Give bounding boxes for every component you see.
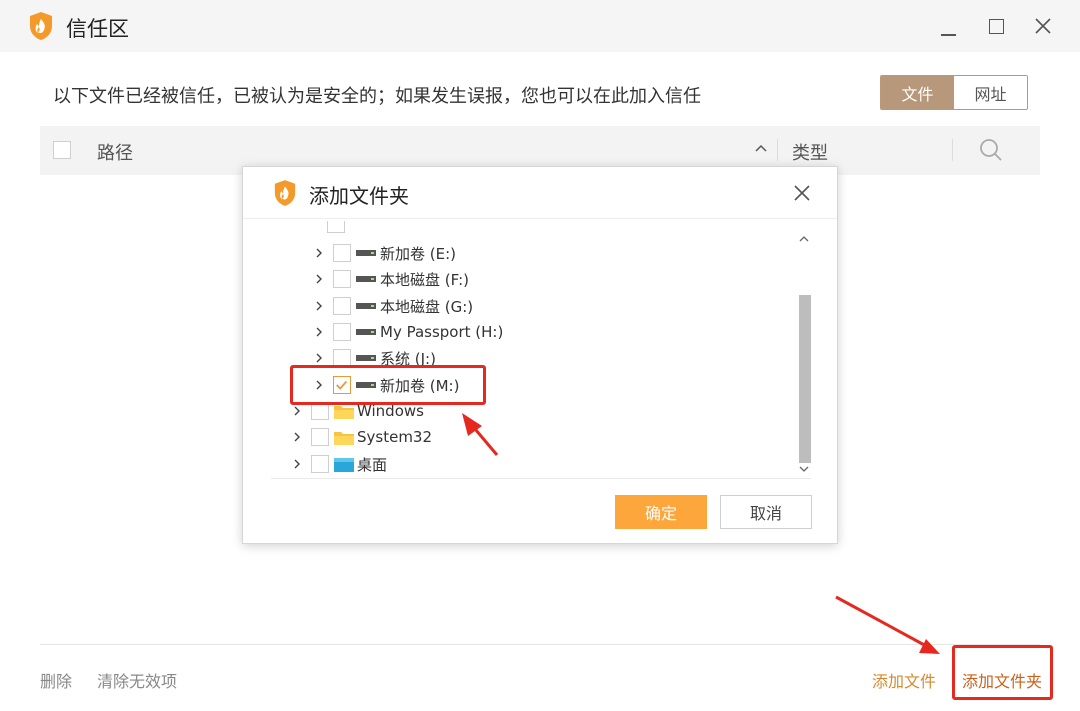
title-bar: 信任区 [0,0,1080,52]
trust-zone-description: 以下文件已经被信任，已被认为是安全的；如果发生误报，您也可以在此加入信任 [53,86,701,107]
shield-flame-icon [274,180,296,206]
cancel-button[interactable]: 取消 [720,495,812,529]
tree-item-checkbox[interactable] [333,244,351,262]
chevron-right-icon[interactable] [291,405,303,417]
column-path[interactable]: 路径 [97,139,133,165]
tree-item-checkbox[interactable] [311,428,329,446]
chevron-right-icon[interactable] [313,300,325,312]
scrollbar-thumb[interactable] [799,295,811,463]
tree-item-checkbox[interactable] [311,455,329,473]
scroll-up-icon[interactable] [797,233,811,245]
desktop-icon [334,457,354,472]
tree-item-label: 本地磁盘 (G:) [380,297,474,316]
tree-item-label: 本地磁盘 (F:) [380,270,469,289]
shield-flame-icon [30,12,52,40]
chevron-right-icon[interactable] [313,326,325,338]
ok-button[interactable]: 确定 [615,495,707,529]
tree-item-drive-h[interactable]: My Passport (H:) [313,319,503,345]
chevron-right-icon[interactable] [313,352,325,364]
tree-item-checkbox[interactable] [333,323,351,341]
drive-icon [356,329,376,335]
chevron-right-icon[interactable] [291,431,303,443]
folder-icon [334,431,354,445]
tab-file[interactable]: 文件 [881,76,954,109]
dialog-header: 添加文件夹 [243,167,837,219]
tree-item-system32[interactable]: System32 [291,424,432,450]
delete-button[interactable]: 删除 [40,668,72,692]
chevron-right-icon[interactable] [313,273,325,285]
dialog-divider [271,478,811,479]
highlight-box-drive-m [290,365,486,405]
clear-invalid-button[interactable]: 清除无效项 [97,668,177,692]
tree-item-drive-e[interactable]: 新加卷 (E:) [313,240,456,266]
chevron-up-icon[interactable] [752,139,770,157]
tree-item-desktop[interactable]: 桌面 [291,451,387,477]
dialog-title: 添加文件夹 [309,184,409,208]
tree-item-checkbox[interactable] [333,270,351,288]
add-folder-dialog: 添加文件夹 新加卷 (E:) 本地磁盘 (F:) 本地磁盘 (G:) My Pa… [242,166,838,544]
type-segmented-control: 文件 网址 [880,75,1028,110]
tree-item-label: 新加卷 (E:) [380,244,457,263]
tree-item-label: 桌面 [357,455,388,474]
column-type[interactable]: 类型 [792,139,828,165]
close-icon[interactable] [791,182,813,204]
tree-item-checkbox[interactable] [333,297,351,315]
drive-icon [356,303,376,309]
chevron-right-icon[interactable] [291,458,303,470]
close-icon[interactable] [1031,14,1055,38]
tree-item-label: System32 [357,428,433,446]
footer-divider [40,644,1040,645]
highlight-box-add-folder [952,645,1053,700]
drive-icon [356,276,376,282]
chevron-right-icon[interactable] [313,247,325,259]
tree-scrollbar[interactable] [797,233,811,479]
tree-item-cutoff [327,221,350,237]
tree-item-drive-f[interactable]: 本地磁盘 (F:) [313,266,469,292]
drive-icon [356,355,376,361]
folder-icon [334,405,354,419]
minimize-icon[interactable] [937,14,961,38]
column-divider [777,139,778,161]
tab-url[interactable]: 网址 [954,76,1027,109]
arrow-to-add-folder [835,595,940,654]
search-icon[interactable] [978,137,1004,163]
tree-item-drive-g[interactable]: 本地磁盘 (G:) [313,293,473,319]
tree-item-label: My Passport (H:) [380,323,504,341]
window-title: 信任区 [66,17,129,41]
scroll-down-icon[interactable] [797,463,811,475]
drive-icon [356,250,376,256]
maximize-icon[interactable] [984,14,1008,38]
tree-item-checkbox[interactable] [327,221,345,233]
folder-tree: 新加卷 (E:) 本地磁盘 (F:) 本地磁盘 (G:) My Passport… [271,221,811,479]
add-file-button[interactable]: 添加文件 [872,668,936,692]
select-all-checkbox[interactable] [53,141,71,159]
column-divider [952,139,953,161]
